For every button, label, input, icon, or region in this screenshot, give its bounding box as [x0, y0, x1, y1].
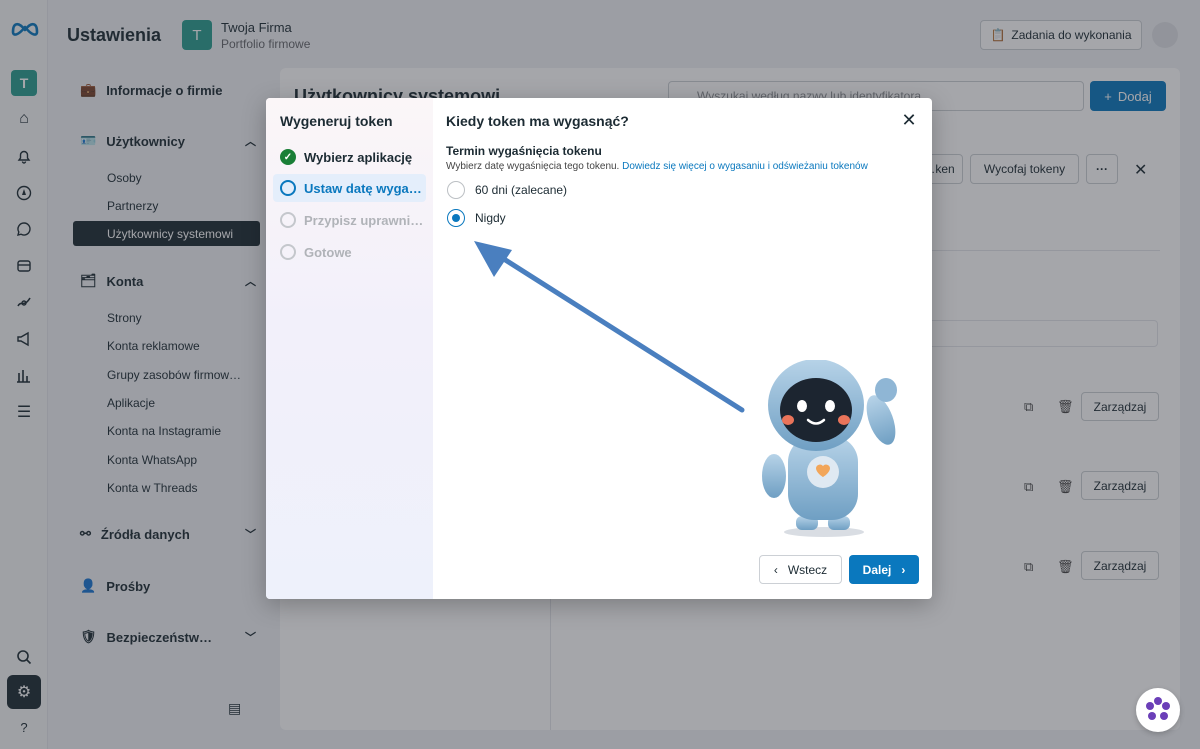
chevron-left-icon: ‹ [773, 562, 778, 577]
option-60-days[interactable]: 60 dni (zalecane) [447, 181, 567, 199]
option-label: Nigdy [475, 211, 506, 225]
robot-mascot-icon [762, 360, 897, 537]
option-never[interactable]: Nigdy [447, 209, 506, 227]
close-icon[interactable]: ✕ [899, 110, 919, 130]
generate-token-modal: Wygeneruj token ✓ Wybierz aplikację Ustaw… [266, 98, 932, 599]
expiry-section-label: Termin wygaśnięcia tokenu [446, 144, 602, 158]
step-choose-app[interactable]: ✓ Wybierz aplikację [280, 149, 412, 165]
back-button[interactable]: ‹ Wstecz [759, 555, 842, 584]
assistant-button[interactable] [1136, 688, 1180, 732]
step-circle-icon [280, 212, 296, 228]
pointer-arrow-icon [474, 241, 745, 413]
learn-more-link[interactable]: Dowiedz się więcej o wygasaniu i odśwież… [622, 161, 868, 172]
step-assign-permissions: Przypisz uprawni… [280, 212, 423, 228]
step-circle-icon [280, 244, 296, 260]
step-set-expiry[interactable]: Ustaw datę wyga… [273, 174, 426, 202]
radio-button[interactable] [447, 181, 465, 199]
option-label: 60 dni (zalecane) [475, 183, 568, 197]
next-button[interactable]: Dalej › [849, 555, 919, 584]
step-done: Gotowe [280, 244, 352, 260]
modal-question: Kiedy token ma wygasnąć? [446, 113, 629, 129]
step-circle-icon [280, 180, 296, 196]
expiry-section-hint: Wybierz datę wygaśnięcia tego tokenu. Do… [446, 161, 868, 172]
radio-button-selected[interactable] [447, 209, 465, 227]
chevron-right-icon: › [901, 562, 906, 577]
modal-left-title: Wygeneruj token [280, 113, 393, 129]
check-icon: ✓ [280, 149, 296, 165]
flower-icon [1146, 697, 1170, 720]
